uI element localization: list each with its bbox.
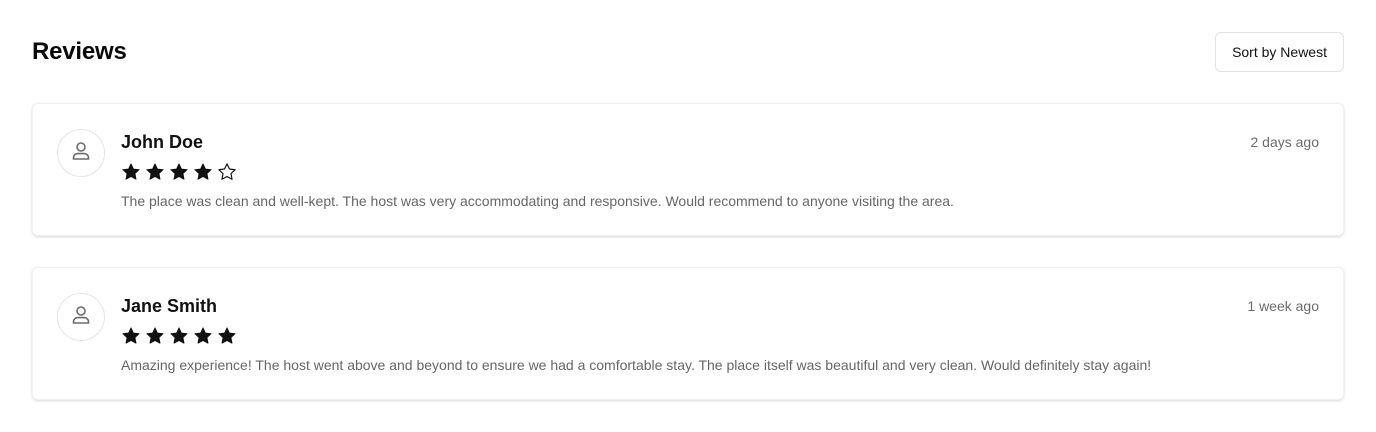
star-filled-icon bbox=[217, 326, 237, 346]
star-filled-icon bbox=[193, 162, 213, 182]
star-rating bbox=[121, 326, 1319, 346]
user-icon bbox=[69, 139, 93, 168]
star-filled-icon bbox=[121, 326, 141, 346]
star-filled-icon bbox=[169, 326, 189, 346]
review-meta: Jane Smith 1 week ago bbox=[121, 294, 1319, 318]
star-filled-icon bbox=[193, 326, 213, 346]
review-time: 2 days ago bbox=[1250, 134, 1320, 150]
reviewer-name: John Doe bbox=[121, 132, 204, 152]
review-card: Jane Smith 1 week ago Amazing experience… bbox=[32, 267, 1344, 400]
star-filled-icon bbox=[121, 162, 141, 182]
review-text: The place was clean and well-kept. The h… bbox=[121, 193, 954, 209]
review-content: John Doe 2 days ago The place was clean … bbox=[121, 130, 1319, 211]
review-text: Amazing experience! The host went above … bbox=[121, 357, 1152, 373]
review-time: 1 week ago bbox=[1247, 298, 1319, 314]
reviews-header: Reviews Sort by Newest bbox=[32, 32, 1344, 72]
reviews-page: Reviews Sort by Newest John Doe 2 days a… bbox=[0, 0, 1376, 432]
star-filled-icon bbox=[169, 162, 189, 182]
user-icon bbox=[69, 303, 93, 332]
review-card: John Doe 2 days ago The place was clean … bbox=[32, 103, 1344, 236]
review-meta: John Doe 2 days ago bbox=[121, 130, 1319, 154]
sort-button[interactable]: Sort by Newest bbox=[1215, 32, 1344, 72]
star-rating bbox=[121, 162, 1319, 182]
star-filled-icon bbox=[145, 326, 165, 346]
reviewer-name: Jane Smith bbox=[121, 296, 218, 316]
avatar bbox=[57, 293, 105, 341]
star-empty-icon bbox=[217, 162, 237, 182]
review-content: Jane Smith 1 week ago Amazing experience… bbox=[121, 294, 1319, 375]
avatar bbox=[57, 129, 105, 177]
review-list: John Doe 2 days ago The place was clean … bbox=[32, 103, 1344, 431]
page-title: Reviews bbox=[32, 38, 127, 65]
star-filled-icon bbox=[145, 162, 165, 182]
